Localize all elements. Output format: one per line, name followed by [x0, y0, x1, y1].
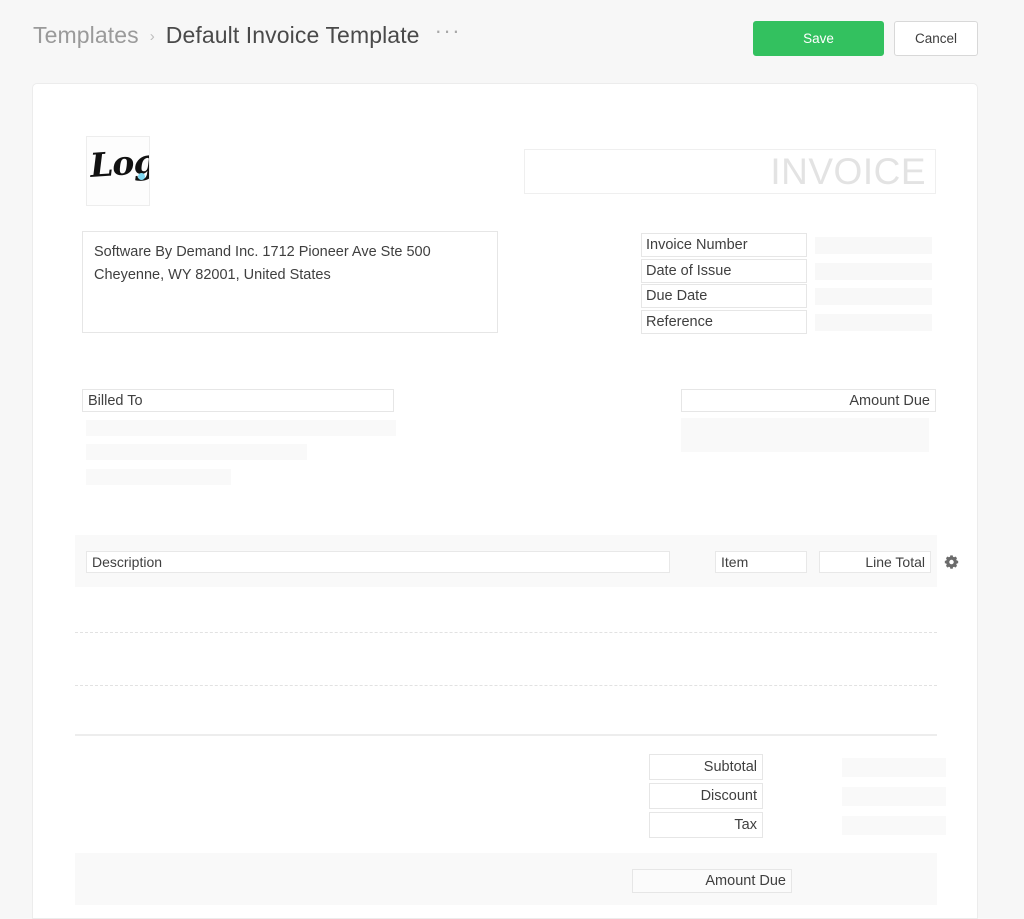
- reference-value-placeholder: [815, 313, 932, 331]
- company-address-field[interactable]: Software By Demand Inc. 1712 Pioneer Ave…: [82, 231, 498, 333]
- meta-row: Invoice Number: [641, 233, 932, 259]
- totals-divider: [75, 734, 937, 736]
- grand-total-amount-due-label[interactable]: Amount Due: [632, 869, 792, 893]
- breadcrumb: Templates › Default Invoice Template ···: [33, 19, 461, 49]
- date-of-issue-value-placeholder: [815, 262, 932, 280]
- due-date-label[interactable]: Due Date: [641, 284, 807, 308]
- billed-to-placeholder-line-3: [86, 469, 231, 485]
- top-toolbar: Templates › Default Invoice Template ···…: [0, 0, 1024, 78]
- due-date-value-placeholder: [815, 288, 932, 305]
- amount-due-value-placeholder: [681, 418, 929, 452]
- totals-section: Subtotal Discount Tax: [649, 754, 946, 841]
- meta-row: Due Date: [641, 284, 932, 310]
- line-item-row-separator-1: [75, 632, 937, 633]
- breadcrumb-current-page: Default Invoice Template: [165, 22, 420, 48]
- save-button[interactable]: Save: [753, 21, 884, 56]
- tax-label[interactable]: Tax: [649, 812, 763, 838]
- billed-to-placeholder-line-1: [86, 420, 396, 436]
- date-of-issue-label[interactable]: Date of Issue: [641, 258, 807, 283]
- reference-label[interactable]: Reference: [641, 309, 807, 334]
- chevron-right-icon: ›: [149, 28, 155, 45]
- line-item-row-separator-2: [75, 685, 937, 686]
- grand-total-row: Amount Due: [75, 853, 937, 905]
- logo-dot-icon: [138, 173, 145, 180]
- amount-due-field[interactable]: Amount Due: [681, 389, 936, 412]
- logo-upload-box[interactable]: Logo: [86, 136, 150, 206]
- line-total-column-header[interactable]: Line Total: [819, 551, 931, 573]
- gear-icon[interactable]: [941, 552, 961, 572]
- meta-row: Date of Issue: [641, 258, 932, 285]
- billed-to-placeholder-line-2: [86, 444, 307, 460]
- billed-to-field[interactable]: Billed To: [82, 389, 394, 412]
- subtotal-value-placeholder: [842, 758, 946, 777]
- discount-label[interactable]: Discount: [649, 783, 763, 809]
- invoice-number-label[interactable]: Invoice Number: [641, 233, 807, 257]
- company-address-line-2: Cheyenne, WY 82001, United States: [94, 267, 331, 283]
- invoice-title-text: INVOICE: [770, 150, 926, 192]
- line-items-header-row: Description Item Line Total: [75, 535, 958, 587]
- invoice-title-field[interactable]: INVOICE: [524, 149, 936, 194]
- discount-value-placeholder: [842, 787, 946, 806]
- more-options-icon[interactable]: ···: [435, 19, 461, 42]
- invoice-template-canvas: Logo INVOICE Software By Demand Inc. 171…: [32, 83, 978, 919]
- company-address-line-1: Software By Demand Inc. 1712 Pioneer Ave…: [94, 244, 431, 260]
- invoice-number-value-placeholder: [815, 237, 932, 254]
- total-row: Discount: [649, 783, 946, 812]
- tax-value-placeholder: [842, 816, 946, 835]
- total-row: Subtotal: [649, 754, 946, 783]
- invoice-meta-fields: Invoice Number Date of Issue Due Date Re…: [641, 233, 932, 335]
- breadcrumb-templates-link[interactable]: Templates: [33, 22, 139, 49]
- description-column-header[interactable]: Description: [86, 551, 670, 573]
- subtotal-label[interactable]: Subtotal: [649, 754, 763, 780]
- meta-row: Reference: [641, 309, 932, 336]
- item-column-header[interactable]: Item: [715, 551, 807, 573]
- cancel-button[interactable]: Cancel: [894, 21, 978, 56]
- total-row: Tax: [649, 812, 946, 841]
